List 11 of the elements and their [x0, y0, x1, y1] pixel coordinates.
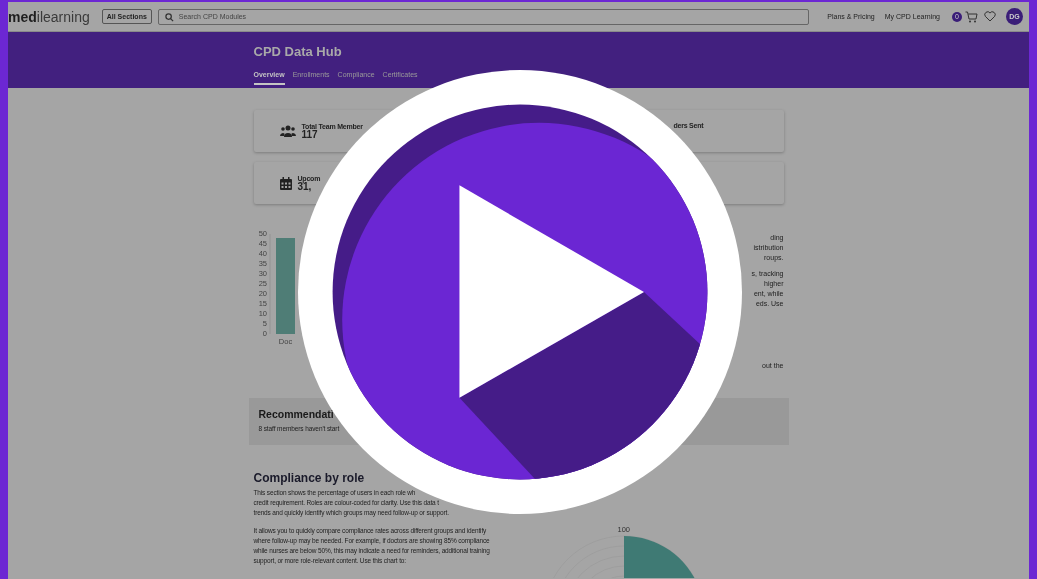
heart-icon[interactable] — [984, 11, 996, 22]
logo[interactable]: medilearning — [8, 8, 90, 25]
people-icon — [279, 125, 296, 137]
search-icon — [164, 12, 174, 22]
calendar-icon — [279, 176, 292, 190]
stat-value: 31, — [297, 181, 312, 192]
cart-icon[interactable] — [965, 10, 978, 23]
stat-value: 117 — [301, 129, 318, 140]
page-title: CPD Data Hub — [253, 43, 343, 59]
recommendations-title: Recommendati — [258, 408, 335, 420]
section-title: Compliance by role — [253, 471, 366, 485]
